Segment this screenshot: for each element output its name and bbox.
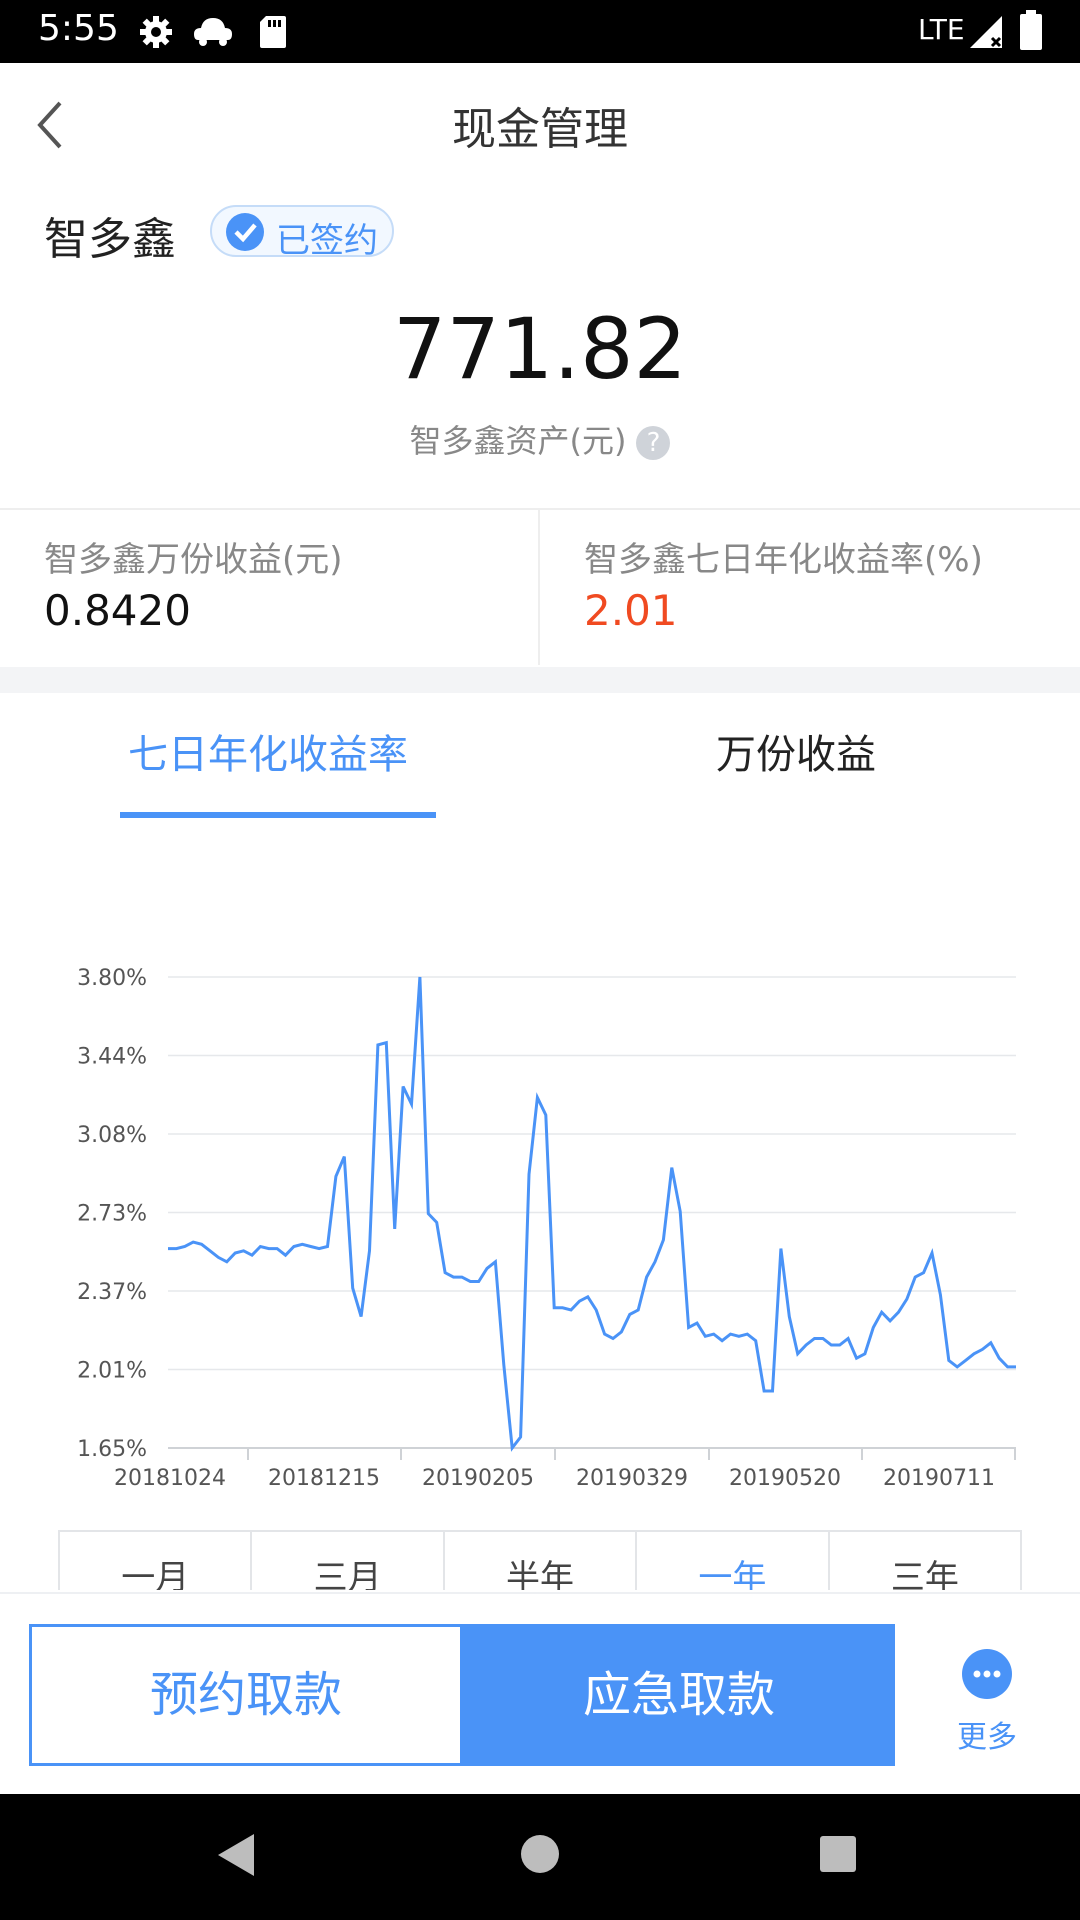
book-withdraw-button[interactable]: 预约取款 [29,1624,463,1766]
y-tick-label: 3.44% [77,1045,147,1070]
recents-square-icon[interactable] [818,1834,858,1874]
period-three-years[interactable]: 三年 [830,1532,1020,1590]
asset-amount: 771.82 [393,300,687,398]
vertical-divider [538,510,540,665]
sd-card-icon [260,16,286,48]
chevron-left-icon[interactable] [30,95,80,155]
status-bar: 5:55 LTE [0,0,1080,63]
per-10k-income-value: 0.8420 [44,586,191,635]
product-name: 智多鑫 [44,214,176,265]
y-tick-label: 1.65% [77,1437,147,1462]
section-gap [0,667,1080,693]
divider [0,508,1080,510]
more-icon[interactable] [962,1649,1012,1699]
period-one-month[interactable]: 一月 [60,1532,253,1590]
emergency-withdraw-button[interactable]: 应急取款 [463,1624,895,1766]
active-tab-indicator [120,812,436,818]
y-axis-labels: 1.65% 2.01% 2.37% 2.73% 3.08% 3.44% 3.80% [77,966,147,1462]
y-tick-label: 2.37% [77,1280,147,1305]
badge-label: 已签约 [276,221,378,261]
tab-seven-day-yield[interactable]: 七日年化收益率 [128,722,408,780]
per-10k-income-label: 智多鑫万份收益(元) [44,540,343,580]
help-icon[interactable]: ? [636,426,671,460]
x-tick-label: 20181215 [268,1466,380,1490]
home-circle-icon[interactable] [518,1832,562,1876]
asset-label: 智多鑫资产(元) [409,422,627,460]
action-bar: 预约取款 应急取款 更多 [0,1592,1080,1796]
x-tick-label: 20190205 [422,1466,534,1490]
period-half-year[interactable]: 半年 [445,1532,638,1590]
seven-day-yield-value: 2.01 [584,586,678,635]
seven-day-yield-label: 智多鑫七日年化收益率(%) [584,540,983,580]
system-nav-bar [0,1794,1080,1920]
period-one-year[interactable]: 一年 [637,1532,830,1590]
yield-chart: 1.65% 2.01% 2.37% 2.73% 3.08% 3.44% 3.80% 2018… [77,966,1016,1490]
settings-gear-icon [140,16,172,48]
battery-icon [1020,10,1042,50]
y-tick-label: 2.73% [77,1202,147,1227]
check-icon [226,213,264,251]
period-three-months[interactable]: 三月 [252,1532,445,1590]
back-triangle-icon[interactable] [214,1830,260,1880]
app-header: 现金管理 [0,63,1080,181]
x-tick-label: 20190711 [883,1466,995,1490]
more-label[interactable]: 更多 [940,1712,1034,1756]
y-tick-label: 2.01% [77,1359,147,1384]
y-tick-label: 3.80% [77,966,147,991]
period-selector: 一月 三月 半年 一年 三年 [58,1530,1022,1590]
status-time: 5:55 [38,8,119,49]
x-axis-labels: 20181024 20181215 20190205 20190329 20190520… [114,1448,1016,1490]
signed-badge: 已签约 [210,205,394,261]
page-title: 现金管理 [452,104,628,155]
asset-label-row: 智多鑫资产(元)? [0,416,1080,462]
chart-grid [168,976,1016,1449]
x-tick-label: 20181024 [114,1466,226,1490]
x-tick-label: 20190329 [576,1466,688,1490]
signal-icon [970,16,1002,48]
cloud-car-icon [194,18,232,46]
network-type: LTE [918,13,965,46]
x-tick-label: 20190520 [729,1466,841,1490]
tab-per-10k-income[interactable]: 万份收益 [716,722,876,780]
y-tick-label: 3.08% [77,1123,147,1148]
